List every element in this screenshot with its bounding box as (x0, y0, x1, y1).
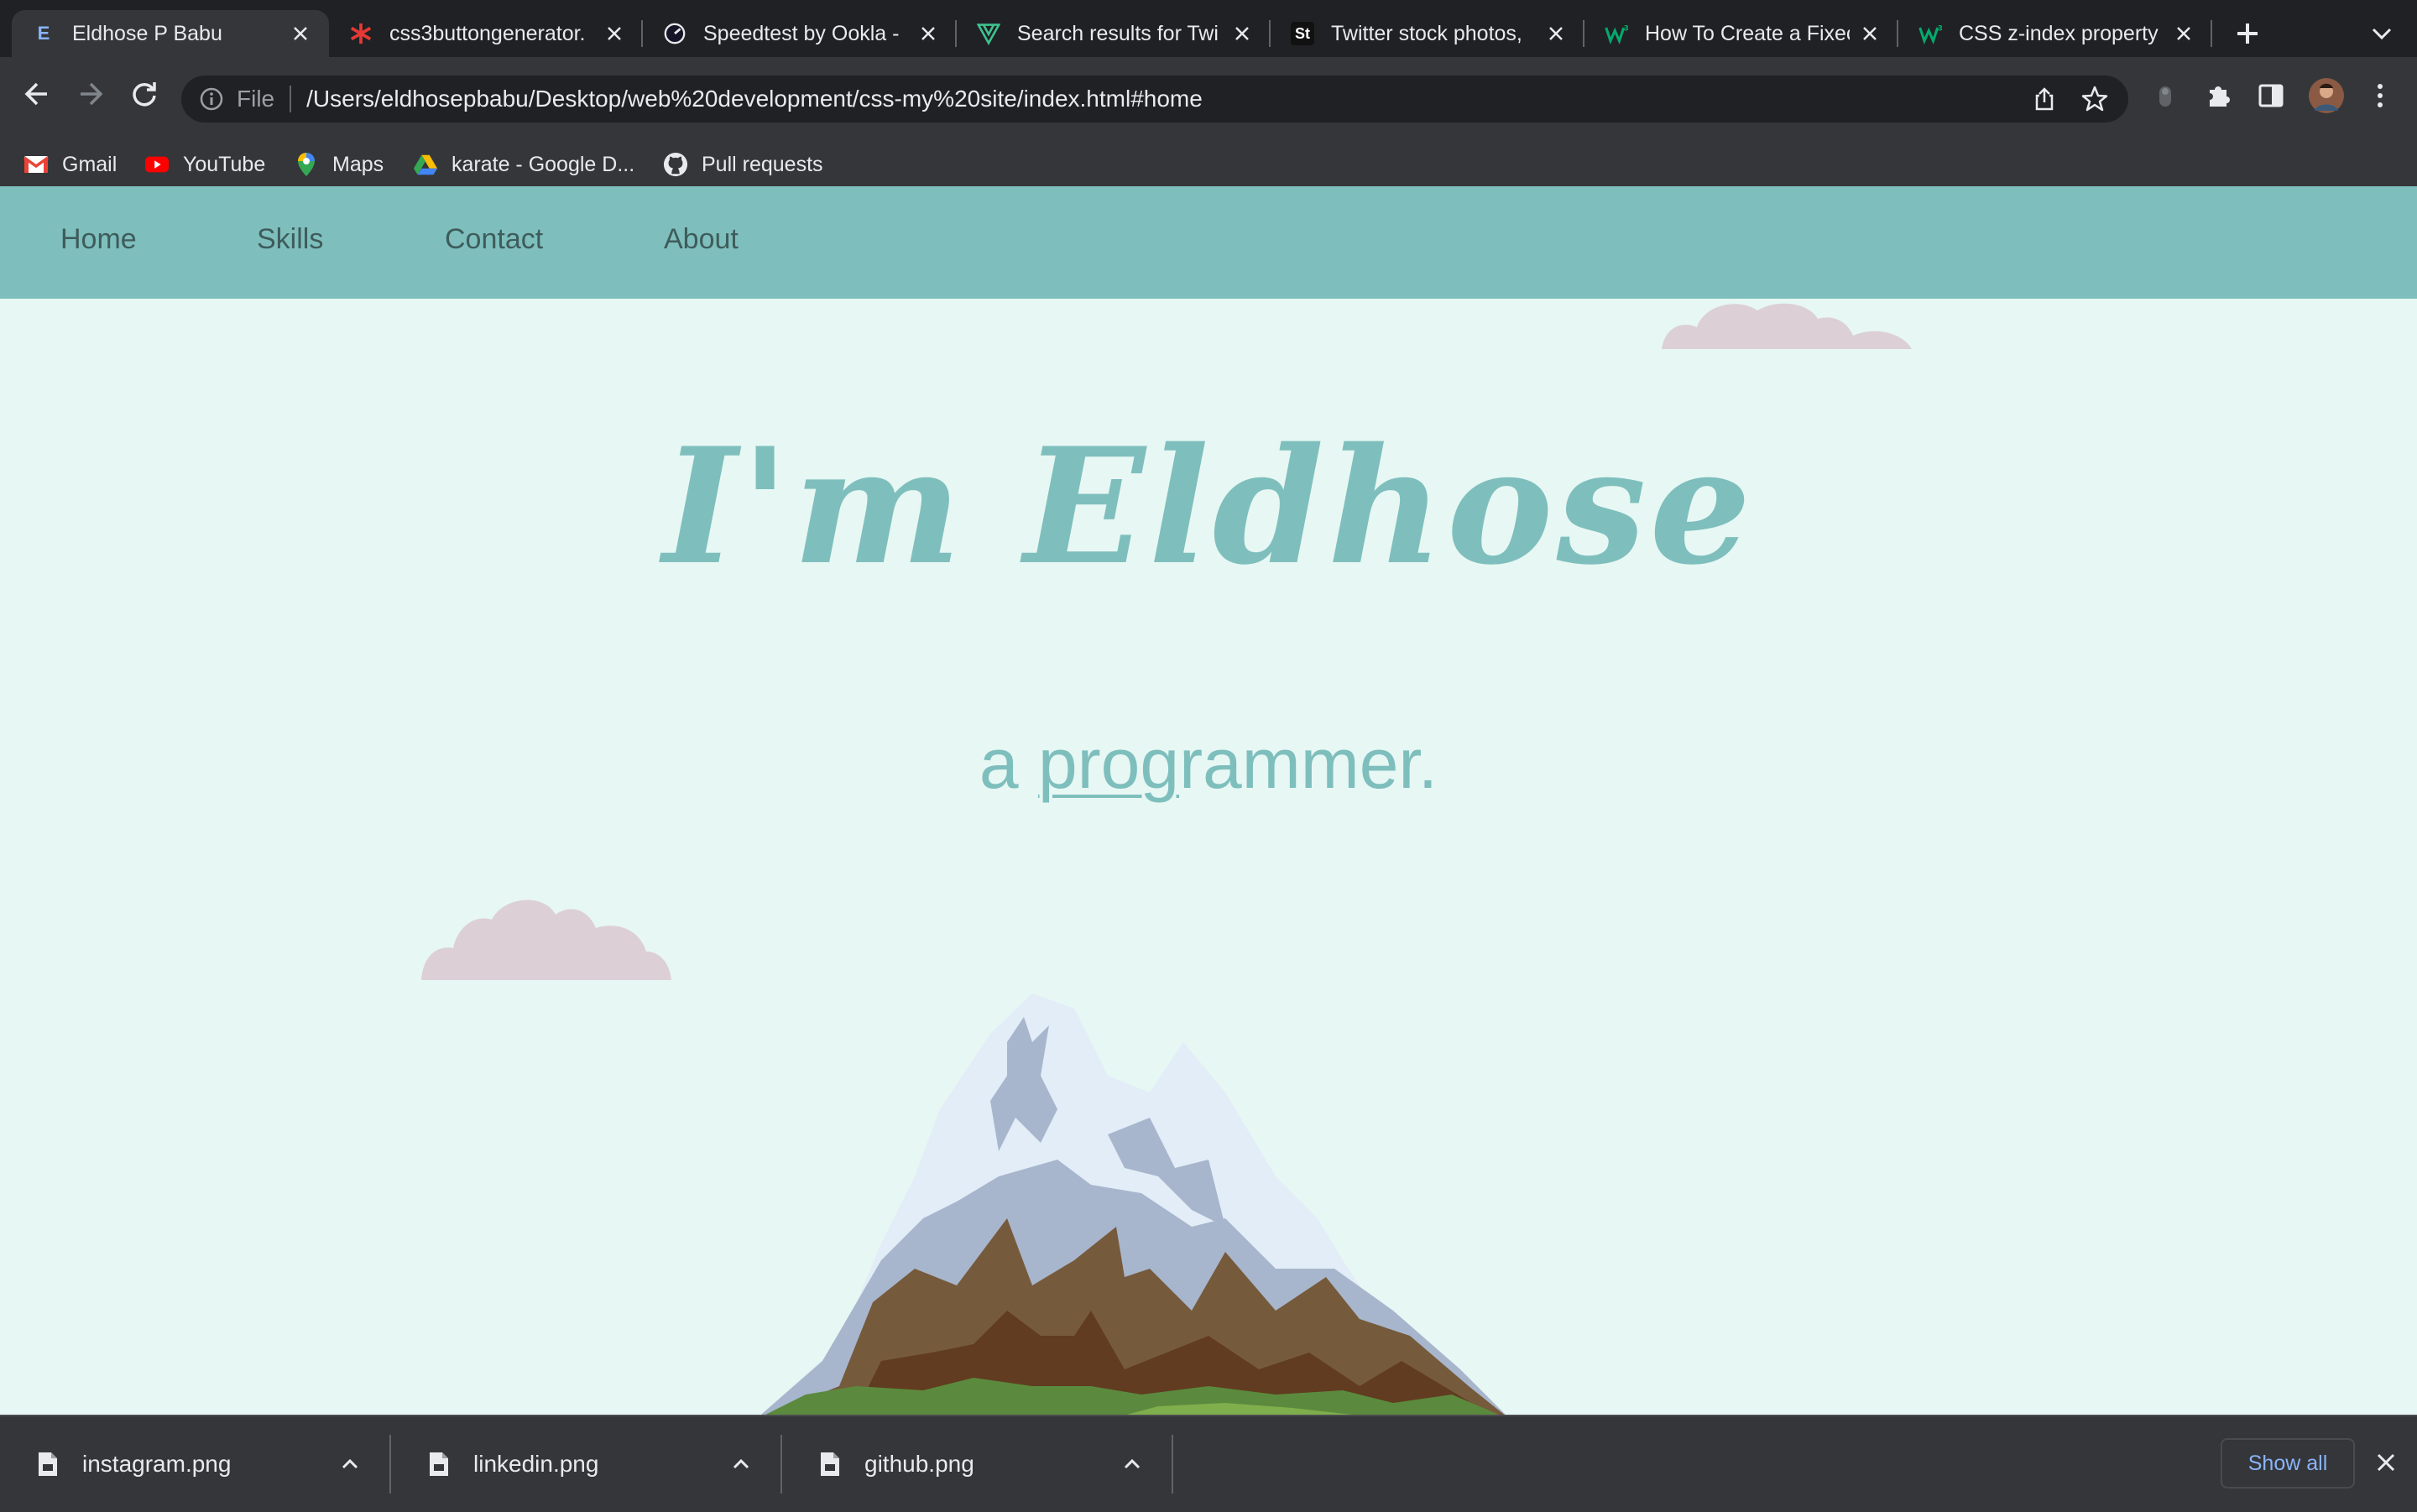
close-icon[interactable] (289, 22, 312, 45)
forward-button[interactable] (74, 77, 107, 111)
maps-icon (294, 152, 319, 177)
svg-text:3: 3 (1624, 25, 1628, 34)
youtube-icon (144, 152, 170, 177)
bookmark-label: Pull requests (702, 152, 823, 176)
tab-css3buttongenerator[interactable]: css3buttongenerator. (329, 10, 643, 57)
download-filename: github.png (864, 1451, 974, 1477)
bookmark-youtube[interactable]: YouTube (144, 148, 265, 181)
close-icon[interactable] (2172, 22, 2195, 45)
tab-twitter-stock[interactable]: St Twitter stock photos, (1271, 10, 1584, 57)
subtitle-prefix: a (979, 724, 1038, 803)
site-nav: Home Skills Contact About (0, 186, 2417, 299)
bookmark-label: karate - Google D... (452, 152, 635, 176)
bookmark-maps[interactable]: Maps (294, 148, 384, 181)
tab-z-index[interactable]: 3 CSS z-index property (1898, 10, 2212, 57)
bookmark-label: Gmail (62, 152, 117, 176)
show-all-downloads-button[interactable]: Show all (2221, 1438, 2355, 1489)
avatar[interactable] (2308, 77, 2345, 114)
info-icon[interactable] (198, 86, 225, 112)
bookmark-star-icon[interactable] (2080, 84, 2110, 114)
download-separator (1172, 1435, 1173, 1494)
bookmark-label: YouTube (183, 152, 266, 176)
share-icon[interactable] (2031, 86, 2058, 112)
tab-speedtest[interactable]: Speedtest by Ookla - (643, 10, 957, 57)
web-page: Home Skills Contact About I'm Eldhose a … (0, 186, 2417, 1415)
chevron-up-icon[interactable] (728, 1452, 754, 1477)
nav-link-skills[interactable]: Skills (257, 223, 323, 256)
address-bar[interactable]: File /Users/eldhosepbabu/Desktop/web%20d… (181, 76, 2128, 123)
nav-link-about[interactable]: About (664, 223, 739, 256)
hero-title: I'm Eldhose (662, 413, 1755, 600)
tab-favicon-letter: St (1291, 22, 1314, 45)
nav-link-contact[interactable]: Contact (445, 223, 543, 256)
omnibox-divider (290, 86, 292, 112)
asterisk-icon (349, 22, 373, 45)
file-icon (430, 1452, 448, 1476)
bookmark-label: Maps (332, 152, 384, 176)
mountain-illustration (760, 993, 1506, 1415)
tab-title: Speedtest by Ookla - (703, 21, 900, 45)
vuetify-icon (977, 22, 1000, 46)
nav-link-home[interactable]: Home (60, 223, 137, 256)
kebab-menu-icon[interactable] (2365, 81, 2395, 111)
github-icon (663, 152, 688, 177)
gmail-icon (23, 152, 49, 177)
drive-icon (413, 152, 438, 177)
tab-fixed-menu[interactable]: 3 How To Create a Fixec (1584, 10, 1898, 57)
close-icon[interactable] (603, 22, 626, 45)
download-item-github[interactable]: github.png (782, 1416, 1173, 1512)
chevron-up-icon[interactable] (1120, 1452, 1145, 1477)
speedtest-icon (663, 22, 686, 45)
tab-eldhose[interactable]: E Eldhose P Babu (12, 10, 329, 57)
tab-title: css3buttongenerator. (389, 21, 586, 45)
tab-search-chevron-icon[interactable] (2367, 18, 2397, 49)
tab-title: Search results for Twi (1017, 21, 1219, 45)
tab-title: Twitter stock photos, (1331, 21, 1522, 45)
bookmarks-bar: Gmail YouTube Maps karate - Google D... … (0, 144, 2417, 188)
hero-subtitle: a programmer. (0, 723, 2417, 805)
reload-button[interactable] (128, 77, 161, 111)
download-filename: instagram.png (82, 1451, 232, 1477)
tab-title: CSS z-index property (1959, 21, 2159, 45)
tab-title: Eldhose P Babu (72, 21, 222, 45)
close-icon[interactable] (1858, 22, 1882, 45)
download-item-linkedin[interactable]: linkedin.png (391, 1416, 782, 1512)
tab-strip: E Eldhose P Babu css3buttongenerator. Sp… (0, 0, 2417, 57)
download-shelf: instagram.png linkedin.png github.png Sh… (0, 1415, 2417, 1512)
new-tab-button[interactable] (2231, 17, 2264, 50)
bookmark-gmail[interactable]: Gmail (23, 148, 117, 181)
back-button[interactable] (20, 77, 54, 111)
url-text[interactable]: /Users/eldhosepbabu/Desktop/web%20develo… (306, 86, 1203, 112)
tab-search-results[interactable]: Search results for Twi (957, 10, 1271, 57)
cloud-image (421, 899, 671, 980)
download-item-instagram[interactable]: instagram.png (0, 1416, 391, 1512)
close-icon[interactable] (1230, 22, 1254, 45)
puzzle-icon[interactable] (2204, 81, 2234, 111)
close-icon[interactable] (1544, 22, 1568, 45)
browser-toolbar: File /Users/eldhosepbabu/Desktop/web%20d… (0, 57, 2417, 144)
url-scheme: File (237, 86, 275, 112)
tab-title: How To Create a Fixec (1645, 21, 1850, 45)
file-icon (39, 1452, 57, 1476)
bookmark-karate-drive[interactable]: karate - Google D... (413, 148, 634, 181)
chevron-up-icon[interactable] (337, 1452, 363, 1477)
download-filename: linkedin.png (473, 1451, 599, 1477)
tab-favicon-letter: E (37, 23, 50, 44)
svg-text:3: 3 (1938, 25, 1942, 34)
subtitle-underlined: prog (1037, 724, 1180, 803)
bookmark-pull-requests[interactable]: Pull requests (663, 148, 823, 181)
extension-icon[interactable] (2150, 81, 2180, 111)
file-icon (821, 1452, 839, 1476)
subtitle-rest: rammer. (1179, 724, 1438, 803)
tab-separator (2211, 20, 2212, 47)
side-panel-icon[interactable] (2256, 81, 2286, 111)
w3-icon: 3 (1918, 22, 1942, 45)
close-icon[interactable] (916, 22, 940, 45)
w3-icon: 3 (1605, 22, 1628, 45)
cloud-image (1662, 303, 1912, 349)
close-icon[interactable] (2373, 1450, 2399, 1475)
